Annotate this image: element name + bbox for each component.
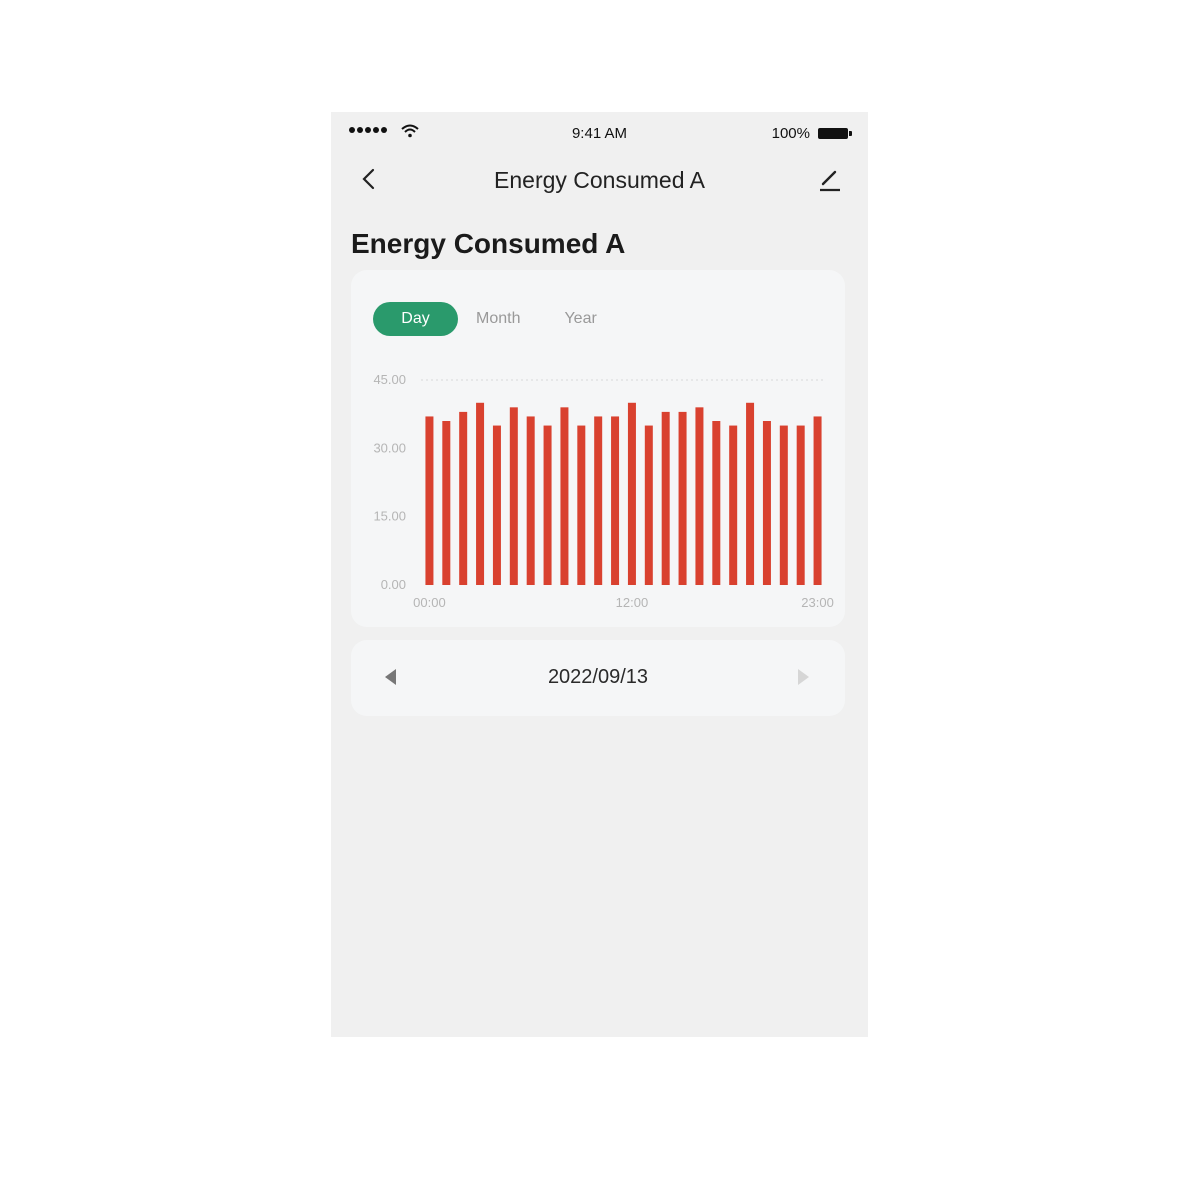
bar[interactable]	[813, 416, 822, 585]
bar[interactable]	[442, 421, 451, 585]
selected-date: 2022/09/13	[547, 666, 649, 688]
bar[interactable]	[729, 425, 738, 585]
bar[interactable]	[594, 416, 603, 585]
triangle-right-icon[interactable]	[798, 669, 809, 685]
bar[interactable]	[526, 416, 535, 585]
bar[interactable]	[492, 425, 501, 585]
phone-screen: 9:41 AM 100% Energy Consumed A Energy Co…	[331, 112, 868, 1037]
bar[interactable]	[661, 411, 670, 585]
bar[interactable]	[577, 425, 586, 585]
bar[interactable]	[476, 402, 485, 585]
y-tick-label: 30.00	[373, 440, 406, 455]
bar[interactable]	[459, 411, 468, 585]
chart-card: Day Month Year 0.00 15.00 30.00 45.00 00:00 1…	[351, 270, 845, 627]
bar[interactable]	[627, 402, 636, 585]
bar[interactable]	[746, 402, 755, 585]
battery-icon	[818, 128, 852, 139]
tab-day[interactable]: Day	[373, 302, 458, 336]
y-tick-label: 45.00	[373, 372, 406, 387]
bar[interactable]	[762, 421, 771, 585]
bar-chart: 0.00 15.00 30.00 45.00 00:00 12:00 23:00	[373, 372, 834, 610]
bar[interactable]	[678, 411, 687, 585]
nav-title: Energy Consumed A	[494, 167, 705, 193]
date-navigator: 2022/09/13	[351, 640, 845, 716]
y-tick-label: 0.00	[381, 577, 406, 592]
page-title: Energy Consumed A	[351, 228, 626, 259]
bar[interactable]	[560, 407, 569, 585]
bar[interactable]	[509, 407, 518, 585]
tab-year[interactable]: Year	[564, 302, 596, 336]
bar[interactable]	[712, 421, 721, 585]
bar[interactable]	[695, 407, 704, 585]
bar[interactable]	[779, 425, 788, 585]
bar[interactable]	[796, 425, 805, 585]
x-tick-label: 23:00	[801, 595, 834, 610]
bar[interactable]	[644, 425, 653, 585]
x-tick-label: 12:00	[616, 595, 649, 610]
period-tabs: Day Month Year	[373, 302, 597, 336]
bar[interactable]	[543, 425, 552, 585]
battery-percent: 100%	[771, 125, 810, 142]
bar[interactable]	[425, 416, 434, 585]
tab-month[interactable]: Month	[476, 302, 520, 336]
y-tick-label: 15.00	[373, 509, 406, 524]
status-bar: 9:41 AM 100%	[331, 112, 868, 156]
nav-bar: Energy Consumed A	[331, 156, 868, 204]
x-tick-label: 00:00	[413, 595, 446, 610]
bar[interactable]	[611, 416, 620, 585]
pencil-icon[interactable]	[816, 164, 844, 194]
